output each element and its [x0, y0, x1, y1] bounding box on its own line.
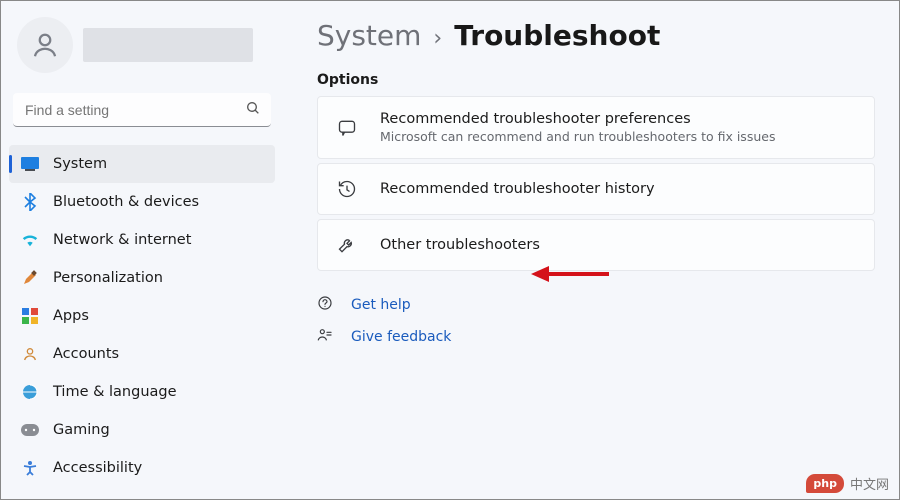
watermark-badge: php: [806, 474, 844, 493]
avatar: [17, 17, 73, 73]
section-label: Options: [317, 72, 875, 88]
sidebar-item-apps[interactable]: Apps: [9, 297, 275, 335]
history-icon: [336, 178, 358, 200]
sidebar-item-label: Network & internet: [53, 232, 191, 248]
help-icon: [317, 295, 335, 315]
person-icon: [30, 30, 60, 60]
sidebar-item-label: Bluetooth & devices: [53, 194, 199, 210]
sidebar-item-bluetooth[interactable]: Bluetooth & devices: [9, 183, 275, 221]
sidebar-item-label: Accessibility: [53, 460, 142, 476]
chat-icon: [336, 117, 358, 139]
profile-name-placeholder: [83, 28, 253, 62]
card-other-troubleshooters[interactable]: Other troubleshooters: [317, 219, 875, 271]
sidebar-item-gaming[interactable]: Gaming: [9, 411, 275, 449]
sidebar-item-label: Accounts: [53, 346, 119, 362]
search-icon: [245, 100, 261, 120]
nav-list: System Bluetooth & devices Network & int…: [9, 145, 275, 487]
sidebar: System Bluetooth & devices Network & int…: [1, 13, 283, 499]
feedback-icon: [317, 327, 335, 347]
sidebar-item-accessibility[interactable]: Accessibility: [9, 449, 275, 487]
sidebar-item-label: Time & language: [53, 384, 177, 400]
apps-icon: [21, 307, 39, 325]
sidebar-item-label: Gaming: [53, 422, 110, 438]
card-recommended-preferences[interactable]: Recommended troubleshooter preferences M…: [317, 96, 875, 159]
card-title: Recommended troubleshooter history: [380, 181, 856, 197]
card-title: Other troubleshooters: [380, 237, 856, 253]
breadcrumb: System › Troubleshoot: [317, 19, 875, 52]
card-recommended-history[interactable]: Recommended troubleshooter history: [317, 163, 875, 215]
bluetooth-icon: [21, 193, 39, 211]
sidebar-item-network[interactable]: Network & internet: [9, 221, 275, 259]
sidebar-item-time-language[interactable]: Time & language: [9, 373, 275, 411]
footer-links: Get help Give feedback: [317, 295, 875, 347]
wrench-icon: [336, 234, 358, 256]
sidebar-item-label: Personalization: [53, 270, 163, 286]
card-subtitle: Microsoft can recommend and run troubles…: [380, 129, 856, 144]
watermark-text: 中文网: [850, 474, 889, 493]
give-feedback-link[interactable]: Give feedback: [317, 327, 875, 347]
sidebar-item-accounts[interactable]: Accounts: [9, 335, 275, 373]
watermark: php 中文网: [806, 474, 889, 493]
accessibility-icon: [21, 459, 39, 477]
search-input[interactable]: [13, 93, 271, 127]
link-label: Give feedback: [351, 329, 451, 345]
accounts-icon: [21, 345, 39, 363]
system-icon: [21, 155, 39, 173]
sidebar-item-personalization[interactable]: Personalization: [9, 259, 275, 297]
sidebar-item-label: Apps: [53, 308, 89, 324]
paintbrush-icon: [21, 269, 39, 287]
wifi-icon: [21, 231, 39, 249]
gaming-icon: [21, 421, 39, 439]
chevron-right-icon: ›: [433, 26, 442, 51]
link-label: Get help: [351, 297, 411, 313]
sidebar-item-label: System: [53, 156, 107, 172]
main-content: System › Troubleshoot Options Recommende…: [283, 13, 899, 499]
sidebar-item-system[interactable]: System: [9, 145, 275, 183]
profile-block[interactable]: [9, 13, 275, 87]
card-title: Recommended troubleshooter preferences: [380, 111, 856, 127]
get-help-link[interactable]: Get help: [317, 295, 875, 315]
page-title: Troubleshoot: [454, 19, 660, 52]
breadcrumb-parent[interactable]: System: [317, 19, 421, 52]
search-box[interactable]: [13, 93, 271, 127]
globe-clock-icon: [21, 383, 39, 401]
